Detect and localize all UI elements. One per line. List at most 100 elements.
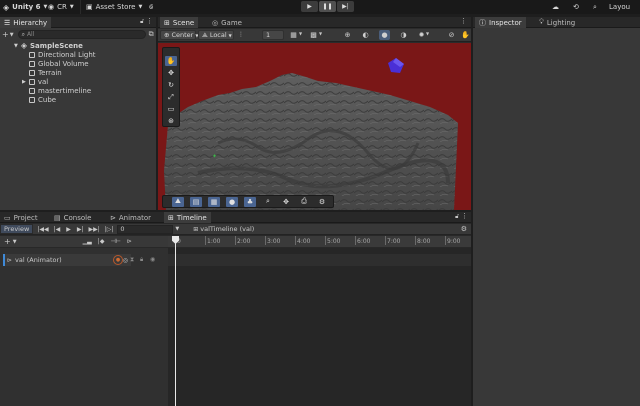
animator-track-header[interactable]: ⊳ val (Animator) ◎ (3, 254, 131, 266)
scene-viewport[interactable]: ✦ ✋ ✥ ↻ ⤢ ▭ ⊛ ⛰ ▤ ▦ ● ♣ ⌕ ✥ ⎙ ⚙ (158, 43, 471, 210)
tab-scene[interactable]: ⊞ Scene (160, 17, 199, 28)
tab-console[interactable]: ▤ Console (50, 212, 95, 223)
move-icon[interactable]: ✥ (280, 197, 292, 207)
list-item[interactable]: Cube (29, 95, 56, 104)
filter-icon[interactable]: ⧉ (149, 30, 154, 39)
lock-icon[interactable]: 🔓︎ (140, 18, 144, 26)
mute-track-icon[interactable]: ◉ (150, 256, 155, 263)
lit-shading-icon[interactable]: ● (379, 30, 390, 40)
list-item[interactable]: Global Volume (29, 59, 89, 68)
light-bulb-icon: 💡︎ (539, 18, 544, 26)
pivot-icon: ⊕ (164, 31, 170, 39)
paint-terrain-icon[interactable]: ▤ (190, 196, 202, 207)
play-icon[interactable]: ▶ (66, 226, 71, 233)
raise-terrain-icon[interactable]: ⛰ (172, 196, 184, 207)
loop-range-icon[interactable]: |▷| (105, 226, 114, 233)
unity-menu[interactable]: ◈ Unity 6 ▼ (3, 0, 47, 14)
chevron-down-icon: ▼ (228, 32, 232, 38)
follow-playhead-icon[interactable]: ⊳ (127, 238, 132, 245)
version-control-button[interactable]: ⟃ (149, 0, 153, 14)
tab-lighting[interactable]: 💡︎ Lighting (535, 17, 579, 28)
prev-frame-icon[interactable]: |◀ (54, 226, 61, 233)
track-content[interactable] (168, 248, 471, 406)
tab-timeline[interactable]: ⊞ Timeline (164, 212, 211, 223)
scene-visibility-icon[interactable]: ✋ (460, 30, 471, 40)
lock-track-icon[interactable]: 🔒︎ (140, 256, 143, 264)
chevron-right-icon[interactable]: ▶ (22, 79, 26, 85)
grid-visibility-icon[interactable]: ▦ (288, 30, 299, 40)
tab-project-label: Project (13, 213, 38, 222)
scene-root[interactable]: ▼ ◈ SampleScene (14, 41, 83, 50)
list-item[interactable]: ▶ val (22, 77, 48, 86)
info-icon: ⓘ (479, 18, 486, 27)
hand-tool-icon[interactable]: ✋ (165, 56, 177, 66)
tab-game[interactable]: ◎ Game (208, 17, 246, 28)
search-button[interactable]: ⌕ (593, 0, 597, 14)
more-menu-icon[interactable]: ⋮ (460, 17, 467, 25)
chevron-down-icon[interactable]: ▼ (175, 226, 179, 232)
global-icon[interactable]: ⊕ (342, 30, 353, 40)
history-button[interactable]: ⟲ (573, 0, 579, 14)
timeline-asset-label[interactable]: valTimeline (val) (200, 225, 254, 233)
asset-store-dropdown[interactable]: ▣ Asset Store ▼ (86, 0, 142, 14)
preview-button[interactable]: Preview (0, 224, 34, 234)
scale-tool-icon[interactable]: ⤢ (165, 92, 177, 102)
frame-field[interactable]: 0 (117, 224, 174, 234)
hierarchy-search-field[interactable]: ⌕ All (17, 30, 146, 39)
tab-inspector[interactable]: ⓘ Inspector (475, 17, 526, 28)
pivot-dropdown[interactable]: ⊕ Center ▼ (160, 30, 198, 40)
timeline-settings-icon[interactable]: ⚙ (461, 225, 467, 233)
animator-track-lane[interactable] (168, 254, 471, 266)
next-frame-icon[interactable]: ▶| (77, 226, 84, 233)
clip-edit-mode-icon[interactable]: |◆ (98, 238, 105, 245)
list-item[interactable]: mastertimeline (29, 86, 91, 95)
object-picker-icon[interactable]: ◎ (123, 257, 128, 264)
paint-texture-icon[interactable]: ▦ (208, 196, 220, 207)
magnifier-icon[interactable]: ⌕ (262, 197, 274, 207)
list-item[interactable]: Directional Light (29, 50, 96, 59)
add-track-button[interactable]: + (4, 237, 11, 246)
paint-trees-icon[interactable]: ♣ (244, 196, 256, 207)
tab-animator[interactable]: ⊳ Animator (106, 212, 155, 223)
render-mode-icon[interactable]: ◑ (398, 30, 409, 40)
rect-tool-icon[interactable]: ▭ (165, 104, 177, 114)
account-dropdown[interactable]: ◉ CR ▼ (48, 0, 74, 14)
transform-tool-icon[interactable]: ⊛ (165, 116, 177, 126)
settings-icon[interactable]: ⚙ (316, 197, 328, 207)
more-menu-icon[interactable]: ⋮ (461, 212, 468, 220)
layout-label: Layou (609, 3, 631, 11)
light-gizmo-icon[interactable]: ✦ (212, 153, 217, 160)
lock-icon[interactable]: 🔓︎ (455, 213, 459, 221)
play-button[interactable]: ▶ (301, 1, 318, 12)
record-icon[interactable]: ● (113, 255, 123, 265)
more-menu-icon[interactable]: ⋮ (146, 17, 153, 25)
goto-end-icon[interactable]: ▶▶| (88, 226, 99, 233)
space-dropdown[interactable]: ⟁ Local ▼ (198, 30, 234, 40)
stamp-icon[interactable]: ⎙ (298, 197, 310, 207)
goto-start-icon[interactable]: |◀◀ (37, 226, 48, 233)
cloud-button[interactable]: ☁ (552, 0, 559, 14)
list-item[interactable]: Terrain (29, 68, 62, 77)
step-button[interactable]: ▶| (337, 1, 354, 12)
audio-mute-icon[interactable]: ⊘ (446, 30, 457, 40)
pause-button[interactable]: ❚❚ (319, 1, 336, 12)
timeline-ruler[interactable]: 0 1:00 2:00 3:00 4:00 5:00 6:00 7:00 8:0… (168, 236, 471, 247)
snap-icon[interactable]: ⊣⊢ (110, 238, 120, 245)
cloud-icon: ☁ (552, 3, 559, 11)
track-toolbar: + ▼ ▁▃ |◆ ⊣⊢ ⊳ (0, 236, 168, 247)
paint-detail-icon[interactable]: ● (226, 196, 238, 207)
chevron-down-icon: ▼ (299, 31, 303, 36)
curves-toggle-icon[interactable]: ⧗ (130, 256, 134, 264)
ruler-tick: 8:00 (415, 236, 431, 245)
snap-settings-icon[interactable]: ▩ (308, 30, 319, 40)
tab-hierarchy[interactable]: ☰ Hierarchy (0, 17, 52, 28)
add-object-button[interactable]: + (2, 30, 9, 39)
tab-project[interactable]: ▭ Project (0, 212, 42, 223)
grid-snap-field[interactable]: 1 (262, 30, 284, 40)
rotate-tool-icon[interactable]: ↻ (165, 80, 177, 90)
move-tool-icon[interactable]: ✥ (165, 68, 177, 78)
pause-icon: ❚❚ (322, 3, 333, 10)
layout-dropdown[interactable]: Layou (609, 0, 630, 14)
curves-icon[interactable]: ▁▃ (83, 238, 92, 245)
shading-mode-icon[interactable]: ◐ (360, 30, 371, 40)
